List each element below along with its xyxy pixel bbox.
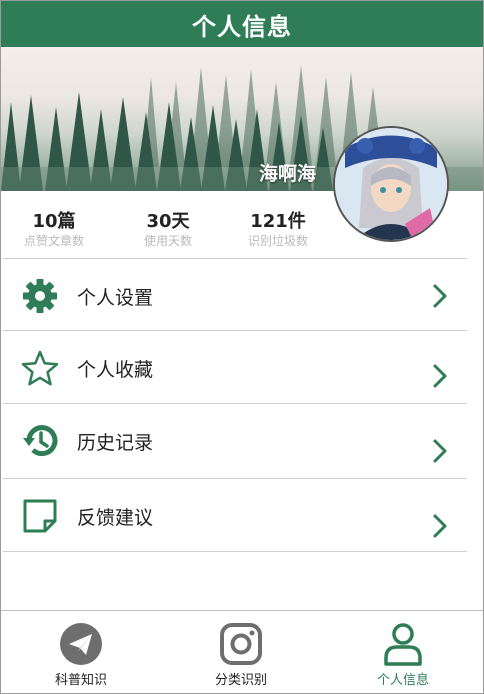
- menu-item-label: 反馈建议: [77, 507, 154, 529]
- bottom-tab-bar: 科普知识 分类识别 个人信息: [1, 610, 483, 693]
- page-header: 个人信息: [1, 1, 483, 47]
- stat-days-used: 30天 使用天数: [113, 211, 223, 249]
- menu-item-label: 个人收藏: [77, 359, 154, 381]
- camera-icon: [220, 623, 262, 665]
- menu-item-feedback[interactable]: 反馈建议: [3, 478, 467, 551]
- star-icon: [21, 350, 59, 386]
- stat-label: 识别垃圾数: [247, 234, 308, 248]
- tab-label: 个人信息: [376, 673, 429, 688]
- stat-liked-articles: 10篇 点赞文章数: [1, 211, 109, 249]
- menu-divider: [3, 551, 467, 552]
- chevron-right-icon: [433, 364, 447, 388]
- chevron-right-icon: [433, 284, 447, 308]
- chevron-right-icon: [433, 514, 447, 538]
- user-icon: [384, 623, 422, 666]
- app-frame: 个人信息 海啊海 10篇 点赞文章数 30天 使用天数 121件 识别垃圾数 个…: [0, 0, 484, 694]
- chevron-right-icon: [433, 439, 447, 463]
- page-title: 个人信息: [192, 12, 292, 41]
- username: 海啊海: [259, 163, 317, 185]
- tab-label: 分类识别: [214, 673, 267, 688]
- gear-icon: [23, 279, 57, 313]
- history-icon: [23, 425, 58, 457]
- stats-row: 10篇 点赞文章数 30天 使用天数 121件 识别垃圾数: [1, 191, 483, 257]
- stat-value: 30天: [146, 211, 190, 232]
- tab-science-knowledge[interactable]: 科普知识: [1, 611, 161, 693]
- menu-item-history[interactable]: 历史记录: [3, 403, 467, 476]
- paper-plane-icon: [60, 623, 102, 665]
- stat-value: 121件: [250, 211, 306, 232]
- tab-classify[interactable]: 分类识别: [161, 611, 321, 693]
- menu-item-settings[interactable]: 个人设置: [3, 258, 467, 331]
- stat-value: 10篇: [32, 211, 76, 232]
- menu-item-label: 个人设置: [77, 287, 154, 309]
- stat-label: 点赞文章数: [23, 234, 84, 248]
- tab-profile[interactable]: 个人信息: [323, 611, 483, 693]
- tab-label: 科普知识: [54, 673, 107, 688]
- stat-label: 使用天数: [143, 234, 192, 248]
- menu-item-favorites[interactable]: 个人收藏: [3, 330, 467, 403]
- stat-garbage-identified: 121件 识别垃圾数: [223, 211, 333, 249]
- note-icon: [23, 499, 57, 533]
- menu-item-label: 历史记录: [77, 432, 154, 454]
